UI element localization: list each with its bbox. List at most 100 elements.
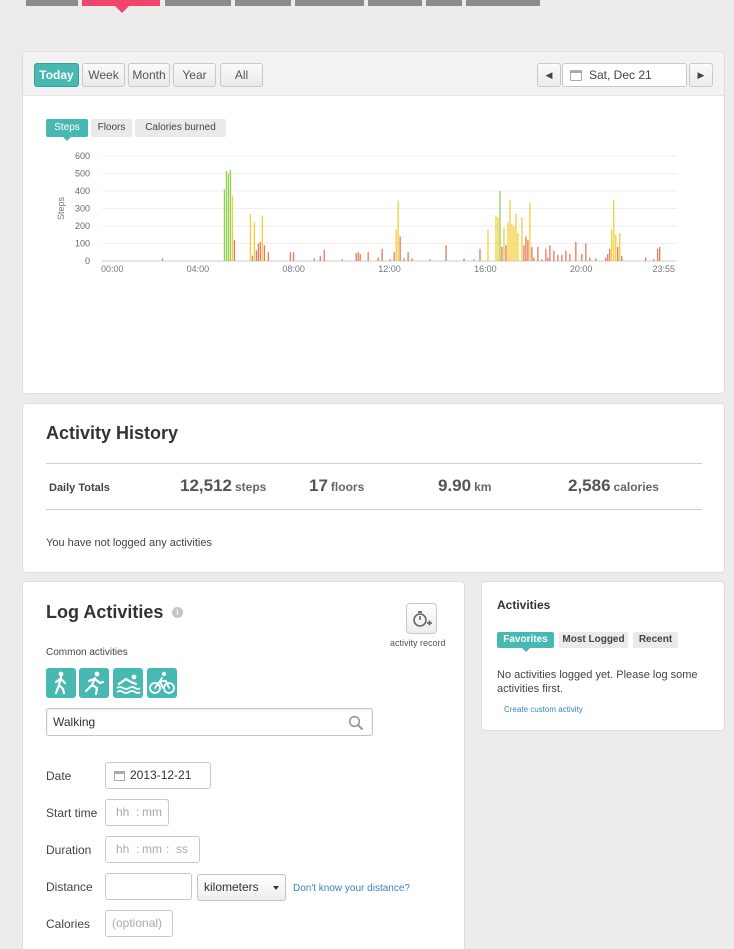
steps-bar xyxy=(263,245,266,261)
tab-favorites[interactable]: Favorites xyxy=(497,632,554,652)
steps-bar xyxy=(609,248,611,261)
steps-bar xyxy=(397,200,399,261)
steps-bar xyxy=(515,213,517,261)
metric-tab-calories[interactable]: Calories burned xyxy=(135,119,226,137)
log-activities-title: Log Activities xyxy=(46,602,164,622)
steps-bar xyxy=(615,234,617,261)
swimming-activity-button[interactable] xyxy=(113,668,143,698)
nav-tab[interactable] xyxy=(295,0,364,6)
metric-tab-steps[interactable]: Steps xyxy=(46,119,88,141)
range-all-button[interactable]: All xyxy=(220,63,263,87)
range-week-button[interactable]: Week xyxy=(82,63,125,87)
y-tick-label: 100 xyxy=(75,239,90,249)
create-custom-activity-link[interactable]: Create custom activity xyxy=(504,705,583,714)
start-minute-placeholder[interactable]: mm xyxy=(142,800,162,825)
steps-bar xyxy=(561,254,563,261)
time-separator: : xyxy=(166,842,170,856)
steps-bar-chart: Steps 0 100 200 300 400 500 600 00:00 04:00 08:00 1… xyxy=(56,151,677,274)
top-navigation xyxy=(0,0,734,13)
running-activity-button[interactable] xyxy=(79,668,109,698)
duration-minute-placeholder[interactable]: mm xyxy=(142,837,162,862)
activity-record-button[interactable] xyxy=(406,603,437,634)
unknown-distance-link[interactable]: Don't know your distance? xyxy=(293,883,410,894)
steps-bar xyxy=(585,243,587,261)
nav-tab[interactable] xyxy=(368,0,422,6)
total-steps-unit: steps xyxy=(235,480,267,494)
total-distance: 9.90 km xyxy=(438,476,491,496)
steps-bar xyxy=(497,217,499,261)
activity-search-input[interactable] xyxy=(53,714,333,730)
distance-unit-select[interactable]: kilometers xyxy=(197,874,286,901)
total-steps-value: 12,512 xyxy=(180,476,232,495)
activity-history-panel: Activity History Daily Totals 12,512 step… xyxy=(22,403,725,573)
steps-bar xyxy=(487,229,489,261)
duration-hour-placeholder[interactable]: hh xyxy=(116,837,129,862)
steps-bar xyxy=(359,254,361,261)
steps-bar xyxy=(529,203,531,261)
previous-day-button[interactable]: ◀ xyxy=(537,63,561,87)
steps-bar xyxy=(575,241,577,261)
next-day-button[interactable]: ▶ xyxy=(689,63,713,87)
steps-bar xyxy=(225,170,228,261)
total-floors-unit: floors xyxy=(330,480,365,494)
nav-tab[interactable] xyxy=(165,0,231,6)
steps-bar xyxy=(589,257,591,261)
steps-bar xyxy=(229,170,232,261)
tab-recent[interactable]: Recent xyxy=(633,632,678,648)
distance-input[interactable] xyxy=(105,873,192,900)
metric-tab-floors[interactable]: Floors xyxy=(91,119,132,137)
steps-bar xyxy=(429,259,431,261)
steps-bar xyxy=(257,243,260,261)
x-tick-label: 08:00 xyxy=(282,264,305,274)
steps-bar xyxy=(565,250,567,261)
calories-field[interactable]: (optional) xyxy=(105,910,173,937)
steps-bar xyxy=(581,254,583,261)
steps-bar xyxy=(511,224,513,261)
steps-bar xyxy=(507,222,509,261)
cycling-activity-button[interactable] xyxy=(147,668,177,698)
steps-bar xyxy=(531,247,533,261)
date-label: Date xyxy=(46,769,72,783)
range-today-button[interactable]: Today xyxy=(34,63,79,87)
activity-search-field[interactable] xyxy=(46,708,373,736)
range-month-button[interactable]: Month xyxy=(128,63,170,87)
range-year-button[interactable]: Year xyxy=(173,63,216,87)
steps-bar xyxy=(613,199,615,261)
tab-most-logged[interactable]: Most Logged xyxy=(559,632,628,648)
nav-tab[interactable] xyxy=(426,0,462,6)
steps-bar xyxy=(289,252,291,261)
steps-bar xyxy=(525,236,527,261)
date-picker[interactable]: Sat, Dec 21 xyxy=(562,63,687,87)
running-icon xyxy=(84,671,105,696)
search-icon[interactable] xyxy=(348,715,364,731)
info-icon[interactable]: i xyxy=(172,607,183,618)
chevron-down-icon xyxy=(273,886,279,890)
steps-bar xyxy=(557,254,559,261)
nav-tab[interactable] xyxy=(466,0,540,6)
duration-second-placeholder[interactable]: ss xyxy=(176,837,188,862)
total-calories: 2,586 calories xyxy=(568,476,659,496)
duration-label: Duration xyxy=(46,843,92,857)
steps-bar xyxy=(517,233,519,261)
steps-bar xyxy=(611,229,613,261)
y-tick-label: 400 xyxy=(75,186,90,196)
nav-tab[interactable] xyxy=(26,0,78,6)
nav-tab[interactable] xyxy=(235,0,291,6)
steps-bar xyxy=(501,247,503,261)
steps-bar xyxy=(463,258,465,261)
triangle-left-icon: ◀ xyxy=(545,70,553,80)
steps-bar xyxy=(509,199,511,261)
steps-bar xyxy=(407,252,409,261)
start-hour-placeholder[interactable]: hh xyxy=(116,800,129,825)
steps-bar xyxy=(357,252,359,261)
date-field[interactable]: 2013-12-21 xyxy=(105,762,211,789)
daily-totals-label: Daily Totals xyxy=(49,482,110,494)
activity-history-title: Activity History xyxy=(46,423,179,443)
start-time-field[interactable]: hh : mm xyxy=(105,799,169,826)
steps-bar xyxy=(233,240,236,261)
total-calories-value: 2,586 xyxy=(568,476,611,495)
duration-field[interactable]: hh : mm : ss xyxy=(105,836,200,863)
no-activities-message: You have not logged any activities xyxy=(46,537,212,549)
total-floors-value: 17 xyxy=(309,476,328,495)
walking-activity-button[interactable] xyxy=(46,668,76,698)
